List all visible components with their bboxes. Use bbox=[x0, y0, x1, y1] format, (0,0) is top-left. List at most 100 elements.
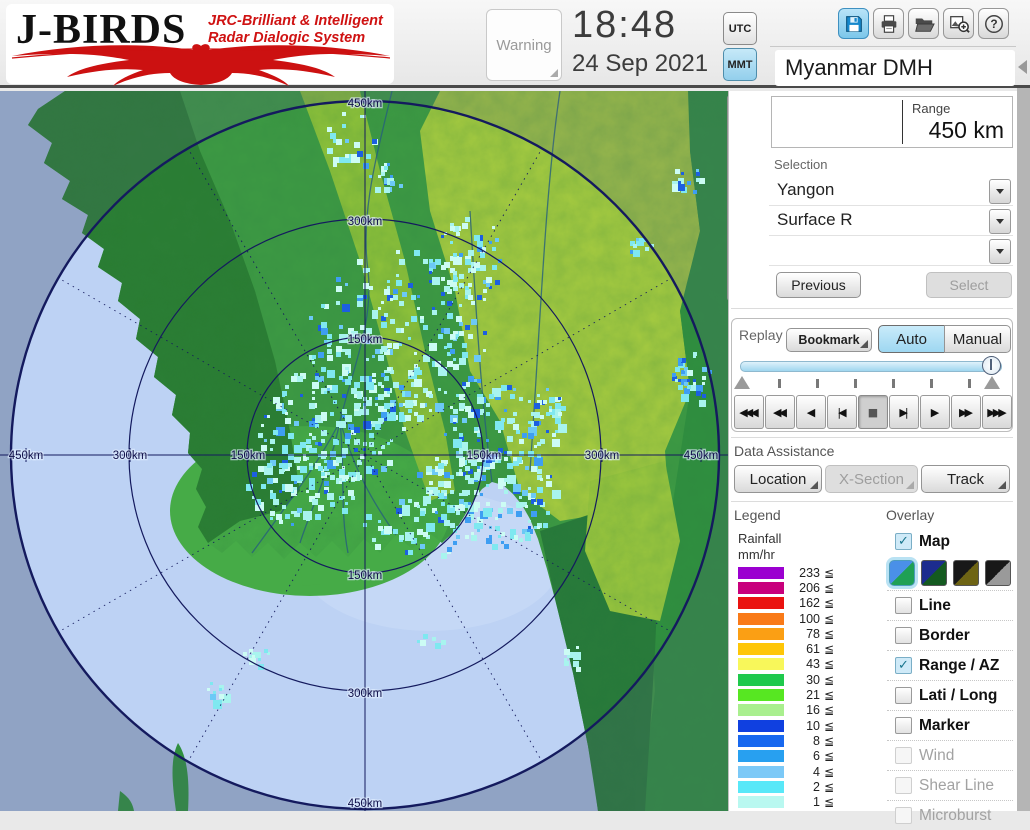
printer-icon bbox=[881, 14, 896, 33]
radar-map[interactable]: 450km 300km 150km 150km 300km 450km 450km 300km… bbox=[0, 90, 728, 811]
map-style-2[interactable] bbox=[921, 560, 947, 586]
bookmark-button[interactable]: Bookmark bbox=[786, 328, 872, 352]
help-button[interactable]: ? bbox=[978, 8, 1009, 39]
overlay-item-lati-long[interactable]: Lati / Long bbox=[887, 680, 1013, 710]
previous-button[interactable]: Previous bbox=[776, 272, 861, 298]
legend-row: 233 ≦ bbox=[738, 565, 868, 580]
clock-time: 18:48 bbox=[572, 4, 678, 46]
legend-value: 61 bbox=[806, 642, 820, 657]
range-divider bbox=[902, 100, 903, 144]
checkbox[interactable] bbox=[895, 627, 912, 644]
replay-label: Replay bbox=[739, 327, 783, 343]
dropdown-arrow-button[interactable] bbox=[989, 239, 1011, 264]
station-box: Myanmar DMH bbox=[775, 50, 1015, 86]
checkbox[interactable] bbox=[895, 807, 912, 824]
play-button[interactable]: ▶ bbox=[920, 395, 950, 429]
overlay-item-range-az[interactable]: ✓ Range / AZ bbox=[887, 650, 1013, 680]
legend-row: 43 ≦ bbox=[738, 657, 868, 672]
legend-row: 4 ≦ bbox=[738, 764, 868, 779]
overlay-item-marker[interactable]: Marker bbox=[887, 710, 1013, 740]
print-button[interactable] bbox=[873, 8, 904, 39]
legend-row: 206 ≦ bbox=[738, 580, 868, 595]
map-style-3[interactable] bbox=[953, 560, 979, 586]
track-button[interactable]: Track bbox=[921, 465, 1010, 493]
chevron-down-icon bbox=[996, 189, 1004, 194]
mmt-button[interactable]: MMT bbox=[723, 48, 757, 81]
control-panel: Range 450 km Selection Yangon Surface R P… bbox=[728, 91, 1017, 824]
legend-color-swatch bbox=[738, 612, 784, 625]
legend-color-swatch bbox=[738, 689, 784, 702]
station-name: Myanmar DMH bbox=[785, 55, 933, 80]
legend-row: 1 ≦ bbox=[738, 794, 868, 809]
checkbox[interactable]: ✓ bbox=[895, 657, 912, 674]
map-style-1[interactable] bbox=[889, 560, 915, 586]
location-button[interactable]: Location bbox=[734, 465, 822, 493]
map-style-swatches bbox=[887, 556, 1013, 590]
warning-button[interactable]: Warning bbox=[486, 9, 562, 81]
forward-fastest-button[interactable]: ▶▶▶ bbox=[982, 395, 1012, 429]
overlay-item-shear-line[interactable]: Shear Line bbox=[887, 770, 1013, 800]
overlay-item-line[interactable]: Line bbox=[887, 590, 1013, 620]
stop-button[interactable]: ■ bbox=[858, 395, 888, 429]
range-ring-label: 300km bbox=[348, 688, 383, 700]
slider-start-marker[interactable] bbox=[734, 376, 750, 389]
overlay-item-border[interactable]: Border bbox=[887, 620, 1013, 650]
map-style-4[interactable] bbox=[985, 560, 1011, 586]
checkbox[interactable] bbox=[895, 747, 912, 764]
save-button[interactable] bbox=[838, 8, 869, 39]
replay-slider-handle[interactable] bbox=[982, 356, 1001, 375]
rewind-fast-button[interactable]: ◀◀ bbox=[765, 395, 795, 429]
range-box: Range 450 km bbox=[771, 96, 1013, 148]
dropdown-arrow-button[interactable] bbox=[989, 179, 1011, 204]
snapshot-button[interactable] bbox=[943, 8, 974, 39]
legend-lte-symbol: ≦ bbox=[824, 795, 835, 810]
slider-tick bbox=[854, 379, 857, 388]
legend-value: 1 bbox=[813, 795, 820, 810]
legend-lte-symbol: ≦ bbox=[824, 580, 835, 595]
legend-row: 162 ≦ bbox=[738, 596, 868, 611]
range-ring-label: 150km bbox=[231, 450, 266, 462]
manual-button[interactable]: Manual bbox=[944, 325, 1011, 353]
x-section-button[interactable]: X-Section bbox=[825, 465, 918, 493]
legend-color-swatch bbox=[738, 566, 784, 579]
range-ring-label: 300km bbox=[348, 216, 383, 228]
right-edge-strip[interactable] bbox=[1017, 88, 1030, 811]
checkbox[interactable]: ✓ bbox=[895, 533, 912, 550]
legend-row: 30 ≦ bbox=[738, 672, 868, 687]
overlay-item-wind[interactable]: Wind bbox=[887, 740, 1013, 770]
panel-collapse-arrow-icon[interactable] bbox=[1018, 60, 1027, 74]
dropdown-3[interactable] bbox=[769, 236, 1013, 266]
checkbox[interactable] bbox=[895, 717, 912, 734]
dropdown-2[interactable]: Surface R bbox=[769, 206, 1013, 236]
resize-grip-icon bbox=[550, 69, 558, 77]
legend-lte-symbol: ≦ bbox=[824, 642, 835, 657]
checkbox[interactable] bbox=[895, 597, 912, 614]
legend-color-swatch bbox=[738, 796, 784, 809]
auto-button[interactable]: Auto bbox=[878, 325, 945, 353]
replay-slider-track[interactable] bbox=[740, 361, 1002, 372]
forward-fast-button[interactable]: ▶▶ bbox=[951, 395, 981, 429]
legend-color-swatch bbox=[738, 643, 784, 656]
overlay-item-microburst[interactable]: Microburst bbox=[887, 800, 1013, 830]
play-reverse-button[interactable]: ◀ bbox=[796, 395, 826, 429]
checkbox[interactable] bbox=[895, 687, 912, 704]
select-button[interactable]: Select bbox=[926, 272, 1012, 298]
overlay-label: Lati / Long bbox=[919, 686, 998, 704]
step-forward-button[interactable]: ▶| bbox=[889, 395, 919, 429]
chevron-down-icon bbox=[996, 219, 1004, 224]
utc-button[interactable]: UTC bbox=[723, 12, 757, 45]
legend-row: 21 ≦ bbox=[738, 687, 868, 702]
legend-color-swatch bbox=[738, 597, 784, 610]
slider-end-marker[interactable] bbox=[984, 376, 1000, 389]
overlay-item-map[interactable]: ✓ Map bbox=[887, 527, 1013, 556]
legend-color-swatch bbox=[738, 780, 784, 793]
legend-row: 78 ≦ bbox=[738, 626, 868, 641]
rewind-fastest-button[interactable]: ◀◀◀ bbox=[734, 395, 764, 429]
step-back-button[interactable]: |◀ bbox=[827, 395, 857, 429]
checkbox[interactable] bbox=[895, 777, 912, 794]
range-ring-label: 150km bbox=[467, 450, 502, 462]
open-folder-button[interactable] bbox=[908, 8, 939, 39]
overlay-label: Map bbox=[919, 532, 950, 550]
dropdown-1[interactable]: Yangon bbox=[769, 176, 1013, 206]
dropdown-arrow-button[interactable] bbox=[989, 209, 1011, 234]
